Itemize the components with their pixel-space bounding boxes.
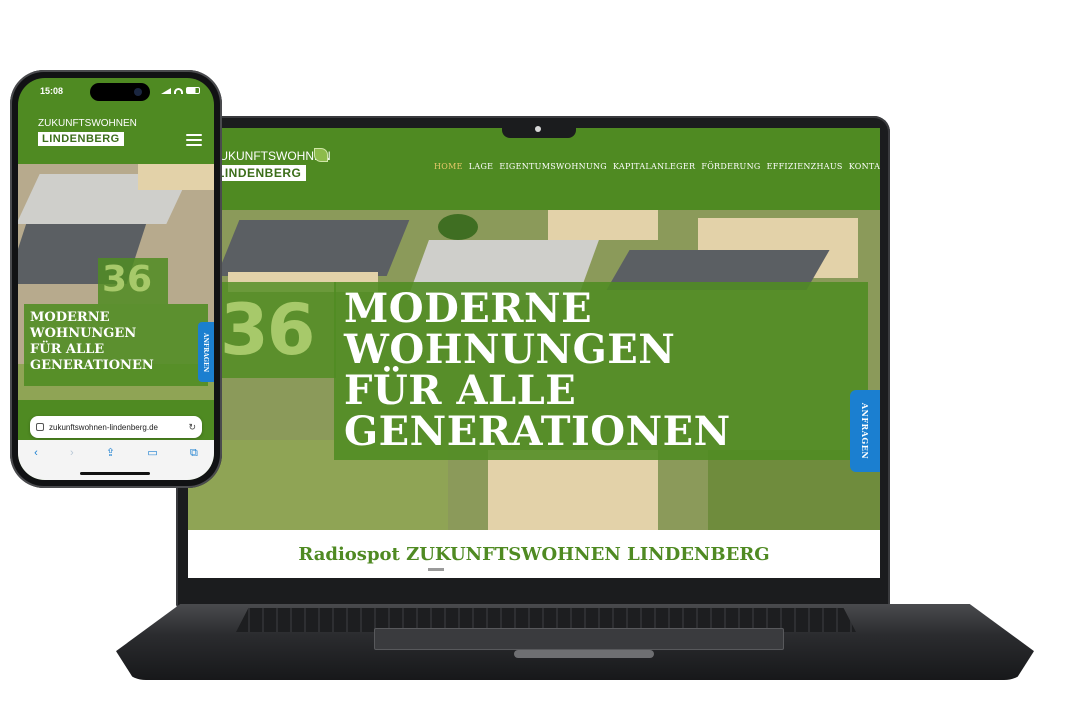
leaf-icon (314, 148, 328, 162)
site-header: ZUKUNFTSWOHNEN LINDENBERG HOME LAGE EIGE… (188, 128, 880, 210)
laptop-trackpad (374, 628, 784, 650)
phone-site-logo[interactable]: ZUKUNFTSWOHNEN LINDENBERG (38, 118, 137, 147)
laptop-screen: ZUKUNFTSWOHNEN LINDENBERG HOME LAGE EIGE… (188, 128, 880, 578)
nav-item-kapitalanleger[interactable]: KAPITALANLEGER (613, 162, 695, 171)
headline-line-1: MODERNE (344, 285, 593, 332)
phone-hero-image: 36 MODERNE WOHNUNGEN FÜR ALLE GENERATION… (18, 164, 214, 400)
section-title: Radiospot ZUKUNFTSWOHNEN LINDENBERG (298, 544, 770, 565)
phone-logo-text-top: ZUKUNFTSWOHNEN (38, 118, 137, 129)
main-nav: HOME LAGE EIGENTUMSWOHNUNG KAPITALANLEGE… (434, 162, 880, 171)
phone-anfragen-label: ANFRAGEN (202, 332, 210, 372)
nav-item-home[interactable]: HOME (434, 162, 463, 171)
laptop-hinge-notch (514, 650, 654, 658)
status-time: 15:08 (40, 86, 64, 96)
content-section: Radiospot ZUKUNFTSWOHNEN LINDENBERG (188, 530, 880, 578)
front-camera-icon (134, 88, 142, 96)
logo-text-top: ZUKUNFTSWOHNEN (212, 149, 331, 163)
phone-anfragen-button[interactable]: ANFRAGEN (198, 322, 214, 382)
back-icon[interactable]: ‹ (34, 448, 38, 459)
hero-image: 36 MODERNE WOHNUNGEN FÜR ALLE GENERATION… (188, 210, 880, 530)
anfragen-button[interactable]: ANFRAGEN (850, 390, 880, 472)
battery-icon (186, 87, 200, 94)
nav-item-lage[interactable]: LAGE (469, 162, 494, 171)
home-indicator (80, 472, 150, 475)
nav-item-foerderung[interactable]: FÖRDERUNG (701, 162, 760, 171)
dynamic-island (90, 83, 150, 101)
reload-icon[interactable]: ↻ (188, 422, 196, 433)
hero-roof-left (216, 220, 410, 276)
tabs-icon[interactable]: ⧉ (190, 448, 198, 459)
hero-number: 36 (216, 282, 336, 378)
nav-item-eigentumswohnung[interactable]: EIGENTUMSWOHNUNG (499, 162, 607, 171)
scroll-indicator (428, 568, 444, 571)
nav-item-effizienzhaus[interactable]: EFFIZIENZHAUS (767, 162, 843, 171)
headline-line-3: FÜR ALLE (344, 367, 577, 414)
hero-facade-bottom (488, 450, 658, 530)
hero-headline: MODERNE WOHNUNGEN FÜR ALLE GENERATIONEN (334, 282, 868, 460)
phone-screen: 15:08 ZUKUNFTSWOHNEN LINDENBERG 36 MODER… (18, 78, 214, 480)
signal-icon (161, 87, 171, 94)
headline-line-2: WOHNUNGEN (344, 326, 676, 373)
forward-icon[interactable]: › (70, 448, 74, 459)
hero-facade-top (548, 210, 658, 240)
phone-headline-line-4: GENERATIONEN (30, 358, 154, 373)
wifi-icon (174, 87, 183, 94)
phone-logo-text-bottom: LINDENBERG (38, 132, 124, 146)
site-logo[interactable]: ZUKUNFTSWOHNEN LINDENBERG (212, 148, 331, 182)
phone-headline-line-3: FÜR ALLE (30, 342, 105, 357)
page-settings-icon[interactable] (36, 423, 44, 431)
url-text: zukunftswohnen-lindenberg.de (49, 422, 158, 432)
phone-hero-headline: MODERNE WOHNUNGEN FÜR ALLE GENERATIONEN (24, 304, 208, 386)
phone-headline-line-2: WOHNUNGEN (30, 326, 137, 341)
hamburger-menu-icon[interactable] (186, 134, 202, 149)
phone-hero-number: 36 (98, 258, 168, 304)
anfragen-label: ANFRAGEN (860, 402, 871, 460)
address-bar[interactable]: zukunftswohnen-lindenberg.de ↻ (30, 416, 202, 438)
logo-text-bottom: LINDENBERG (212, 165, 307, 181)
phone-headline-line-1: MODERNE (30, 310, 110, 325)
headline-line-4: GENERATIONEN (344, 408, 731, 455)
nav-item-kontakt[interactable]: KONTAKT (849, 162, 880, 171)
status-icons (161, 87, 200, 94)
camera-icon (535, 126, 541, 132)
hero-tree (438, 214, 478, 240)
phone-hero-facade (138, 164, 214, 190)
bookmarks-icon[interactable]: ▭ (147, 448, 157, 459)
share-icon[interactable]: ⇪ (106, 448, 115, 459)
